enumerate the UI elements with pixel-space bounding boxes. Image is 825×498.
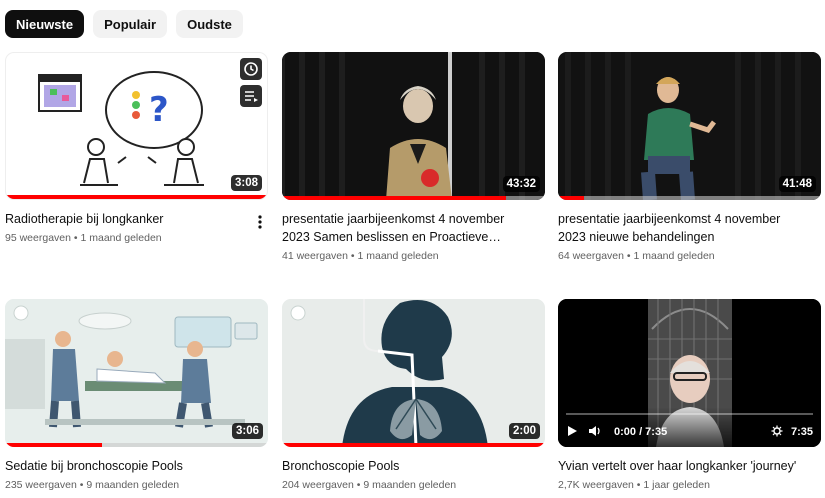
play-button[interactable]	[566, 425, 578, 440]
settings-button[interactable]	[771, 425, 783, 440]
video-meta: 235 weergaven • 9 maanden geleden	[5, 479, 180, 491]
inline-player[interactable]: 0:00 / 7:35 7:35	[558, 299, 821, 447]
chip-popular[interactable]: Populair	[93, 10, 168, 38]
video-title[interactable]: presentatie jaarbijeenkomst 4 november 2…	[282, 210, 545, 246]
video-title[interactable]: Yvian vertelt over haar longkanker 'jour…	[558, 457, 821, 475]
queue-icon	[245, 91, 258, 102]
more-actions-button[interactable]	[252, 212, 268, 232]
watch-progress	[5, 443, 103, 447]
chip-newest[interactable]: Nieuwste	[5, 10, 85, 38]
duration-badge: 3:06	[231, 423, 263, 439]
player-duration: 7:35	[790, 426, 813, 438]
video-card[interactable]: 2:00 Bronchoscopie Pools 204 weergaven •…	[282, 299, 545, 491]
video-thumbnail[interactable]: 3:06	[5, 299, 268, 447]
watch-progress	[6, 195, 267, 199]
sort-chips: Nieuwste Populair Oudste	[5, 10, 243, 38]
watch-later-button[interactable]	[240, 58, 262, 80]
gear-icon	[771, 425, 783, 436]
watch-progress	[282, 443, 545, 447]
player-time: 0:00 / 7:35	[614, 426, 668, 438]
video-thumbnail[interactable]: 43:32	[282, 52, 545, 200]
video-card[interactable]: ? 3:08 Radiotherapie bij longkanker 95 w…	[5, 52, 268, 244]
thumbnail-illustration: ?	[38, 71, 204, 186]
video-card[interactable]: 43:32 presentatie jaarbijeenkomst 4 nove…	[282, 52, 545, 262]
duration-badge: 41:48	[778, 176, 816, 192]
progress-track[interactable]	[566, 413, 813, 415]
volume-button[interactable]	[588, 425, 602, 440]
video-thumbnail[interactable]: 2:00	[282, 299, 545, 447]
more-vert-icon	[258, 215, 262, 229]
duration-badge: 43:32	[502, 176, 540, 192]
clock-icon	[244, 62, 258, 76]
video-thumbnail[interactable]: 41:48	[558, 52, 821, 200]
chip-oldest[interactable]: Oudste	[176, 10, 243, 38]
watch-progress	[282, 196, 506, 200]
duration-badge: 3:08	[230, 175, 262, 191]
volume-icon	[589, 425, 600, 436]
watch-progress	[558, 196, 585, 200]
video-title[interactable]: presentatie jaarbijeenkomst 4 november 2…	[558, 210, 821, 246]
video-card[interactable]: 3:06 Sedatie bij bronchoscopie Pools 235…	[5, 299, 268, 491]
svg-text:?: ?	[149, 90, 169, 130]
player-right-controls: 7:35	[771, 425, 813, 440]
video-meta: 95 weergaven • 1 maand geleden	[5, 232, 162, 244]
player-controls: 0:00 / 7:35 7:35	[566, 423, 813, 441]
video-meta: 41 weergaven • 1 maand geleden	[282, 250, 439, 262]
video-card[interactable]: 41:48 presentatie jaarbijeenkomst 4 nove…	[558, 52, 821, 262]
video-title[interactable]: Radiotherapie bij longkanker	[5, 210, 268, 228]
video-card[interactable]: 0:00 / 7:35 7:35 Yvian vertelt over haar…	[558, 299, 821, 491]
video-meta: 204 weergaven • 9 maanden geleden	[282, 479, 457, 491]
video-meta: 2,7K weergaven • 1 jaar geleden	[558, 479, 710, 491]
video-title[interactable]: Bronchoscopie Pools	[282, 457, 545, 475]
thumbnail-illustration	[5, 299, 268, 447]
duration-badge: 2:00	[508, 423, 540, 439]
progress-track	[558, 196, 821, 200]
thumbnail-illustration	[282, 299, 545, 447]
play-icon	[568, 425, 577, 436]
video-meta: 64 weergaven • 1 maand geleden	[558, 250, 715, 262]
add-to-queue-button[interactable]	[240, 85, 262, 107]
video-title[interactable]: Sedatie bij bronchoscopie Pools	[5, 457, 268, 475]
video-thumbnail[interactable]: ? 3:08	[5, 52, 268, 200]
